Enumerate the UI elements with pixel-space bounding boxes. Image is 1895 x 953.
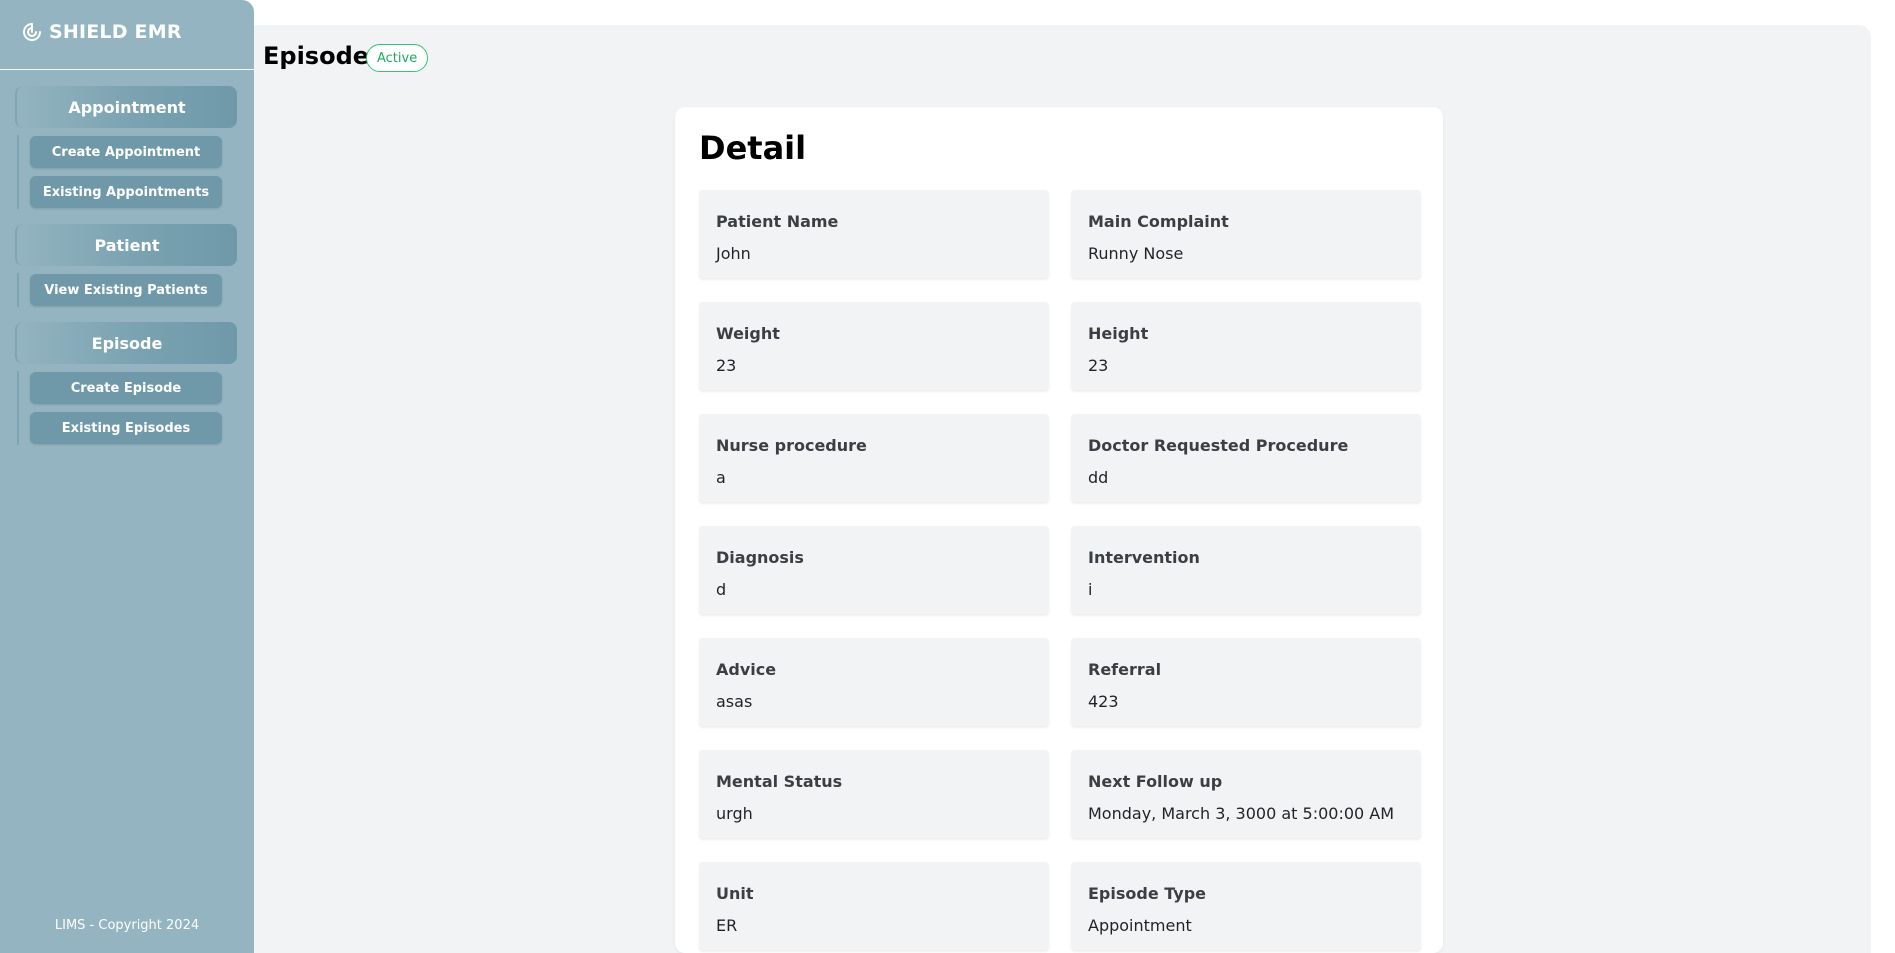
view-existing-patients-button[interactable]: View Existing Patients [30,274,222,306]
field-value: ER [716,916,738,935]
nav-group-line [17,273,19,307]
field-label: Main Complaint [1088,212,1229,231]
field-label: Intervention [1088,548,1200,567]
field-value: i [1088,580,1093,599]
field-value: 23 [1088,356,1109,375]
field-mental-status: Mental Status urgh [699,750,1049,838]
shield-swirl-icon [23,23,41,41]
field-diagnosis: Diagnosis d [699,526,1049,614]
field-label: Doctor Requested Procedure [1088,436,1349,455]
field-label: Diagnosis [716,548,804,567]
field-patient-name: Patient Name John [699,190,1049,278]
field-label: Referral [1088,660,1162,679]
create-appointment-button[interactable]: Create Appointment [30,136,222,168]
field-unit: Unit ER [699,862,1049,950]
nav-section-episode[interactable]: Episode [15,322,237,364]
field-weight: Weight 23 [699,302,1049,390]
nav-group-line [17,371,19,445]
brand-divider [0,69,254,70]
field-label: Next Follow up [1088,772,1223,791]
detail-card: Detail Patient Name John Main Complaint … [675,107,1443,953]
field-episode-type: Episode Type Appointment [1071,862,1421,950]
field-height: Height 23 [1071,302,1421,390]
sidebar: SHIELD EMR Appointment Create Appointmen… [0,0,254,953]
field-value: Monday, March 3, 3000 at 5:00:00 AM [1088,804,1395,823]
brand-logo[interactable]: SHIELD EMR [22,16,182,48]
field-value: d [716,580,727,599]
nav-section-appointment[interactable]: Appointment [15,86,237,128]
field-label: Height [1088,324,1149,343]
field-value: Appointment [1088,916,1192,935]
field-value: urgh [716,804,753,823]
status-badge: Active [366,44,429,72]
field-label: Patient Name [716,212,839,231]
field-doctor-requested-procedure: Doctor Requested Procedure dd [1071,414,1421,502]
existing-episodes-button[interactable]: Existing Episodes [30,412,222,444]
field-main-complaint: Main Complaint Runny Nose [1071,190,1421,278]
field-label: Mental Status [716,772,843,791]
existing-appointments-button[interactable]: Existing Appointments [30,176,222,208]
field-value: dd [1088,468,1109,487]
field-next-follow-up: Next Follow up Monday, March 3, 3000 at … [1071,750,1421,838]
field-value: John [716,244,751,263]
field-nurse-procedure: Nurse procedure a [699,414,1049,502]
field-intervention: Intervention i [1071,526,1421,614]
create-episode-button[interactable]: Create Episode [30,372,222,404]
nav-group-line [17,135,19,209]
field-label: Episode Type [1088,884,1207,903]
footer-copyright: LIMS - Copyright 2024 [54,918,200,933]
field-value: Runny Nose [1088,244,1184,263]
field-advice: Advice asas [699,638,1049,726]
field-label: Nurse procedure [716,436,867,455]
nav-section-patient[interactable]: Patient [15,224,237,266]
field-value: a [716,468,726,487]
brand-name: SHIELD EMR [49,21,182,43]
field-value: 423 [1088,692,1119,711]
field-label: Advice [716,660,777,679]
field-label: Weight [716,324,780,343]
field-referral: Referral 423 [1071,638,1421,726]
field-value: 23 [716,356,737,375]
field-value: asas [716,692,753,711]
page-title: Episode [263,42,370,70]
field-label: Unit [716,884,754,903]
detail-title: Detail [699,129,807,167]
